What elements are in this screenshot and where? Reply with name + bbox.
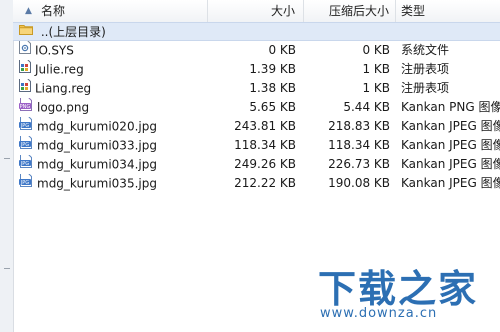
file-type: Kankan JPEG 图像 [401, 176, 500, 190]
file-name: mdg_kurumi033.jpg [37, 138, 157, 153]
file-row[interactable]: Liang.reg 1.38 KB 1 KB 注册表项 [13, 79, 500, 98]
file-compressed-size: 218.83 KB [328, 119, 390, 133]
file-type: Kankan JPEG 图像 [401, 138, 500, 152]
file-type: Kankan JPEG 图像 [401, 157, 500, 171]
column-header-name[interactable]: ▲ 名称 [13, 0, 208, 22]
file-name: IO.SYS [35, 43, 74, 58]
parent-directory-row[interactable]: ..(上层目录) [13, 22, 500, 41]
file-size: 118.34 KB [234, 138, 296, 152]
jpg-file-icon: JPG [19, 155, 33, 174]
file-compressed-size: 190.08 KB [328, 176, 390, 190]
file-row[interactable]: IO.SYS 0 KB 0 KB 系统文件 [13, 41, 500, 60]
jpg-file-icon: JPG [19, 136, 33, 155]
file-type: 系统文件 [401, 43, 450, 57]
parent-directory-cell: ..(上层目录) [19, 23, 208, 42]
file-row[interactable]: PNG logo.png 5.65 KB 5.44 KB Kankan PNG 图像 [13, 98, 500, 117]
file-name-cell: JPG mdg_kurumi020.jpg [19, 117, 208, 137]
jpg-file-icon: JPG [19, 174, 33, 193]
column-header-type[interactable]: 类型 [396, 0, 500, 22]
file-compressed-size: 5.44 KB [343, 100, 390, 114]
file-size: 249.26 KB [234, 157, 296, 171]
file-name: logo.png [37, 100, 90, 115]
file-list: ..(上层目录) IO.SYS 0 KB 0 KB 系统文件 Julie.reg 1.39… [13, 22, 500, 193]
watermark-url: www.downza.cn [320, 306, 438, 321]
file-type: 注册表项 [401, 62, 450, 76]
system-file-icon [19, 41, 31, 60]
file-name-cell: IO.SYS [19, 41, 208, 61]
file-type: Kankan PNG 图像 [401, 100, 500, 114]
sort-up-icon: ▲ [25, 6, 32, 16]
column-header: ▲ 名称 大小 压缩后大小 类型 [13, 0, 500, 23]
svg-text:JPG: JPG [20, 142, 29, 148]
pane-tick [4, 158, 10, 159]
file-name: Liang.reg [35, 81, 92, 96]
file-size: 0 KB [268, 43, 296, 57]
column-header-compressed[interactable]: 压缩后大小 [304, 0, 396, 22]
svg-text:JPG: JPG [20, 161, 29, 167]
folder-icon [19, 23, 33, 41]
jpg-file-icon: JPG [19, 117, 33, 136]
file-row[interactable]: Julie.reg 1.39 KB 1 KB 注册表项 [13, 60, 500, 79]
registry-file-icon [19, 60, 31, 79]
svg-text:JPG: JPG [20, 123, 29, 129]
file-size: 243.81 KB [234, 119, 296, 133]
file-row[interactable]: JPG mdg_kurumi033.jpg 118.34 KB 118.34 KB Ka… [13, 136, 500, 155]
file-type: 注册表项 [401, 81, 450, 95]
column-header-name-label: 名称 [41, 4, 66, 18]
svg-text:JPG: JPG [20, 180, 29, 186]
file-name-cell: JPG mdg_kurumi033.jpg [19, 136, 208, 156]
file-row[interactable]: JPG mdg_kurumi035.jpg 212.22 KB 190.08 KB Ka… [13, 174, 500, 193]
file-row[interactable]: JPG mdg_kurumi020.jpg 243.81 KB 218.83 KB Ka… [13, 117, 500, 136]
left-pane-edge [0, 0, 14, 332]
file-compressed-size: 1 KB [362, 81, 390, 95]
file-name-cell: JPG mdg_kurumi035.jpg [19, 174, 208, 194]
pane-tick [4, 268, 10, 269]
file-name-cell: Julie.reg [19, 60, 208, 80]
watermark: 下载之家 www.downza.cn [318, 258, 488, 324]
file-size: 1.39 KB [249, 62, 296, 76]
file-name: mdg_kurumi020.jpg [37, 119, 157, 134]
file-name-cell: PNG logo.png [19, 98, 208, 118]
file-size: 1.38 KB [249, 81, 296, 95]
file-compressed-size: 226.73 KB [328, 157, 390, 171]
file-row[interactable]: JPG mdg_kurumi034.jpg 249.26 KB 226.73 KB Ka… [13, 155, 500, 174]
file-compressed-size: 0 KB [362, 43, 390, 57]
file-type: Kankan JPEG 图像 [401, 119, 500, 133]
registry-file-icon [19, 79, 31, 98]
file-name: Julie.reg [35, 62, 84, 77]
svg-text:PNG: PNG [20, 104, 31, 110]
file-name: mdg_kurumi034.jpg [37, 157, 157, 172]
file-name-cell: Liang.reg [19, 79, 208, 99]
file-compressed-size: 118.34 KB [328, 138, 390, 152]
file-name-cell: JPG mdg_kurumi034.jpg [19, 155, 208, 175]
file-size: 212.22 KB [234, 176, 296, 190]
png-file-icon: PNG [19, 98, 33, 117]
column-header-size[interactable]: 大小 [208, 0, 304, 22]
file-name: mdg_kurumi035.jpg [37, 176, 157, 191]
file-size: 5.65 KB [249, 100, 296, 114]
watermark-title: 下载之家 [318, 267, 479, 311]
file-compressed-size: 1 KB [362, 62, 390, 76]
parent-directory-label: ..(上层目录) [40, 25, 106, 39]
